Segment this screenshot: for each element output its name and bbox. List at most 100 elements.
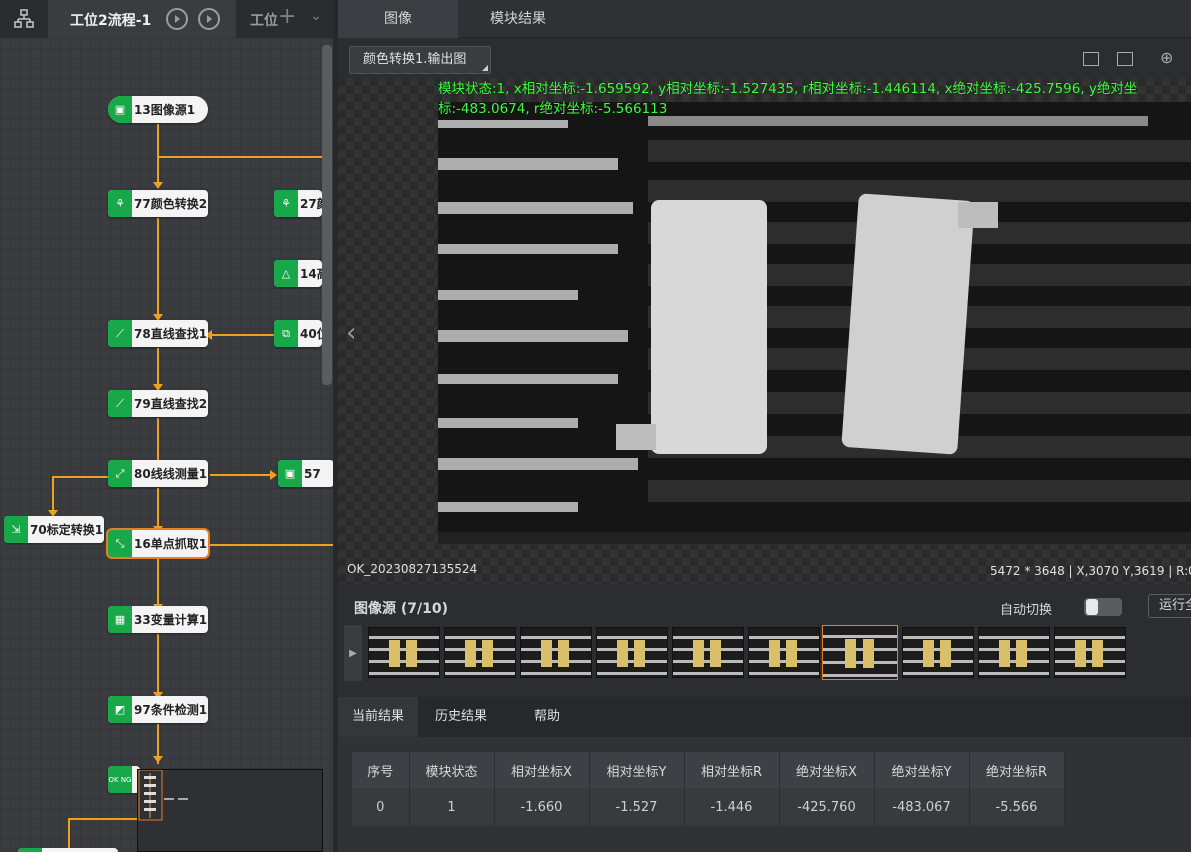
split-view-icon[interactable] [1083, 52, 1099, 66]
flow-wire [157, 488, 159, 526]
table-cell: -1.446 [684, 788, 780, 826]
auto-switch-toggle[interactable] [1084, 598, 1122, 616]
node-label: 13图像源1 [134, 103, 196, 117]
color-convert-icon: ⚘ [108, 190, 132, 217]
run-all-button[interactable]: 运行全 [1148, 594, 1191, 618]
tab-flow-1[interactable]: 工位2流程-1 [48, 0, 236, 38]
thumbnail[interactable] [978, 627, 1050, 678]
column-header[interactable]: 绝对坐标R [969, 752, 1065, 788]
column-header[interactable]: 相对坐标R [684, 752, 780, 788]
flow-node-image-source[interactable]: ▣ 13图像源1 [108, 96, 208, 123]
image-viewer[interactable]: 模块状态:1, x相对坐标:-1.659592, y相对坐标:-1.527435… [338, 78, 1191, 584]
flow-tab-bar: 工位2流程-1 工位 + ⌄ [0, 0, 338, 38]
thumbnail[interactable] [368, 627, 440, 678]
chevron-down-icon[interactable]: ⌄ [310, 8, 322, 24]
thumbnail-expand-icon[interactable]: ▶ [344, 625, 362, 681]
flow-node-color-convert[interactable]: ⚘ 27颜色 [274, 190, 322, 217]
flow-node-calibration[interactable]: ⇲ 70标定转换1 [4, 516, 104, 543]
result-overlay-text: 模块状态:1, x相对坐标:-1.659592, y相对坐标:-1.527435… [438, 79, 1191, 119]
column-header[interactable]: 相对坐标Y [589, 752, 685, 788]
thumbnail[interactable] [748, 627, 820, 678]
calibration-icon: ⇲ [4, 516, 28, 543]
image-toolbar: 颜色转换1.输出图 ⊕ [338, 38, 1191, 78]
flow-wire [157, 348, 159, 384]
node-label: 70标定转换1 [30, 523, 104, 537]
previous-image-icon[interactable]: ‹ [346, 318, 356, 348]
table-header-row: 序号 模块状态 相对坐标X 相对坐标Y 相对坐标R 绝对坐标X 绝对坐标Y 绝对… [352, 752, 1065, 788]
flow-wire [157, 634, 159, 692]
table-cell: 0 [352, 788, 410, 826]
thumbnail[interactable] [1054, 627, 1126, 678]
grid-view-icon[interactable] [1117, 52, 1133, 66]
column-header[interactable]: 相对坐标X [494, 752, 590, 788]
image-select-value: 颜色转换1.输出图 [363, 52, 467, 67]
shape-icon: △ [274, 260, 298, 287]
column-header[interactable]: 序号 [352, 752, 410, 788]
overlay-line-1: 模块状态:1, x相对坐标:-1.659592, y相对坐标:-1.527435… [438, 81, 1138, 97]
flow-node-line-find-1[interactable]: ⟋ 78直线查找1 [108, 320, 208, 347]
column-header[interactable]: 模块状态 [409, 752, 495, 788]
thumbnail[interactable] [902, 627, 974, 678]
tab-current-results[interactable]: 当前结果 [338, 697, 418, 737]
flow-node-57[interactable]: ▣ 57 [278, 460, 334, 487]
tab-history-results[interactable]: 历史结果 [418, 697, 504, 737]
image-source-title: 图像源 (7/10) [354, 601, 449, 617]
flow-wire [52, 476, 108, 478]
image-out-icon: ▣ [278, 460, 302, 487]
flow-node-14[interactable]: △ 14高 [274, 260, 322, 287]
thumbnail[interactable] [444, 627, 516, 678]
column-header[interactable]: 绝对坐标X [779, 752, 875, 788]
image-filename: OK_20230827135524 [347, 562, 478, 576]
flow-canvas[interactable]: ▣ 13图像源1 ⚘ 77颜色转换2 ⚘ 27颜色 △ 14高 ⟋ 78直线查找… [0, 38, 334, 852]
zoom-icon[interactable]: ⊕ [1160, 48, 1173, 67]
tab-module-results[interactable]: 模块结果 [458, 0, 578, 38]
flow-minimap[interactable] [137, 769, 323, 852]
run-once-icon[interactable] [166, 8, 188, 30]
image-output-select[interactable]: 颜色转换1.输出图 [349, 46, 491, 74]
flow-tab-label: 工位2流程-1 [70, 13, 152, 29]
point-grab-icon: ⤡ [108, 530, 132, 557]
flow-node-line-find-2[interactable]: ⟋ 79直线查找2 [108, 390, 208, 417]
flow-wire [68, 818, 70, 848]
node-label: 97条件检测1 [134, 703, 208, 717]
inspection-image [438, 102, 1191, 544]
color-convert-icon: ⚘ [274, 190, 298, 217]
line-find-icon: ⟋ [108, 320, 132, 347]
view-tab-bar: 图像 模块结果 [338, 0, 1191, 38]
flow-node-line-measure[interactable]: ⤢ 80线线测量1 [108, 460, 208, 487]
column-header[interactable]: 绝对坐标Y [874, 752, 970, 788]
table-row[interactable]: 0 1 -1.660 -1.527 -1.446 -425.760 -483.0… [352, 788, 1065, 826]
thumbnail[interactable] [520, 627, 592, 678]
table-cell: -5.566 [969, 788, 1065, 826]
flow-node-condition-check[interactable]: ◩ 97条件检测1 [108, 696, 208, 723]
line-find-icon: ⟋ [108, 390, 132, 417]
tab-help[interactable]: 帮助 [504, 697, 590, 737]
flow-wire [157, 218, 159, 314]
flow-wire [210, 544, 334, 546]
flow-node-point-grab[interactable]: ⤡ 16单点抓取1 [106, 528, 210, 559]
node-label: 57 [304, 466, 321, 481]
flow-wire [52, 476, 54, 510]
flow-wire [210, 334, 274, 336]
thumbnail[interactable] [672, 627, 744, 678]
flow-node-variable-calc[interactable]: ▦ 33变量计算1 [108, 606, 208, 633]
tab-flow-2[interactable]: 工位 [250, 10, 278, 30]
flow-wire [68, 818, 148, 820]
flow-node-branch[interactable]: OK NG [108, 766, 140, 793]
table-cell: -1.527 [589, 788, 685, 826]
flow-node-position[interactable]: ⧉ 40位 [274, 320, 322, 347]
thumbnail[interactable] [596, 627, 668, 678]
run-loop-icon[interactable] [198, 8, 220, 30]
flow-scrollbar[interactable] [322, 45, 332, 385]
table-cell: 1 [409, 788, 495, 826]
flow-tree-icon[interactable] [0, 0, 48, 38]
flow-node-color-convert-2[interactable]: ⚘ 77颜色转换2 [108, 190, 208, 217]
ok-ng-branch-icon: OK NG [108, 766, 132, 793]
measure-icon: ⤢ [108, 460, 132, 487]
flow-node-next[interactable]: ▣ [18, 848, 118, 852]
flow-wire [157, 156, 323, 158]
add-flow-icon[interactable]: + [278, 4, 296, 29]
node-label: 77颜色转换2 [134, 197, 208, 211]
tab-image[interactable]: 图像 [338, 0, 458, 38]
thumbnail-selected[interactable] [822, 625, 898, 680]
